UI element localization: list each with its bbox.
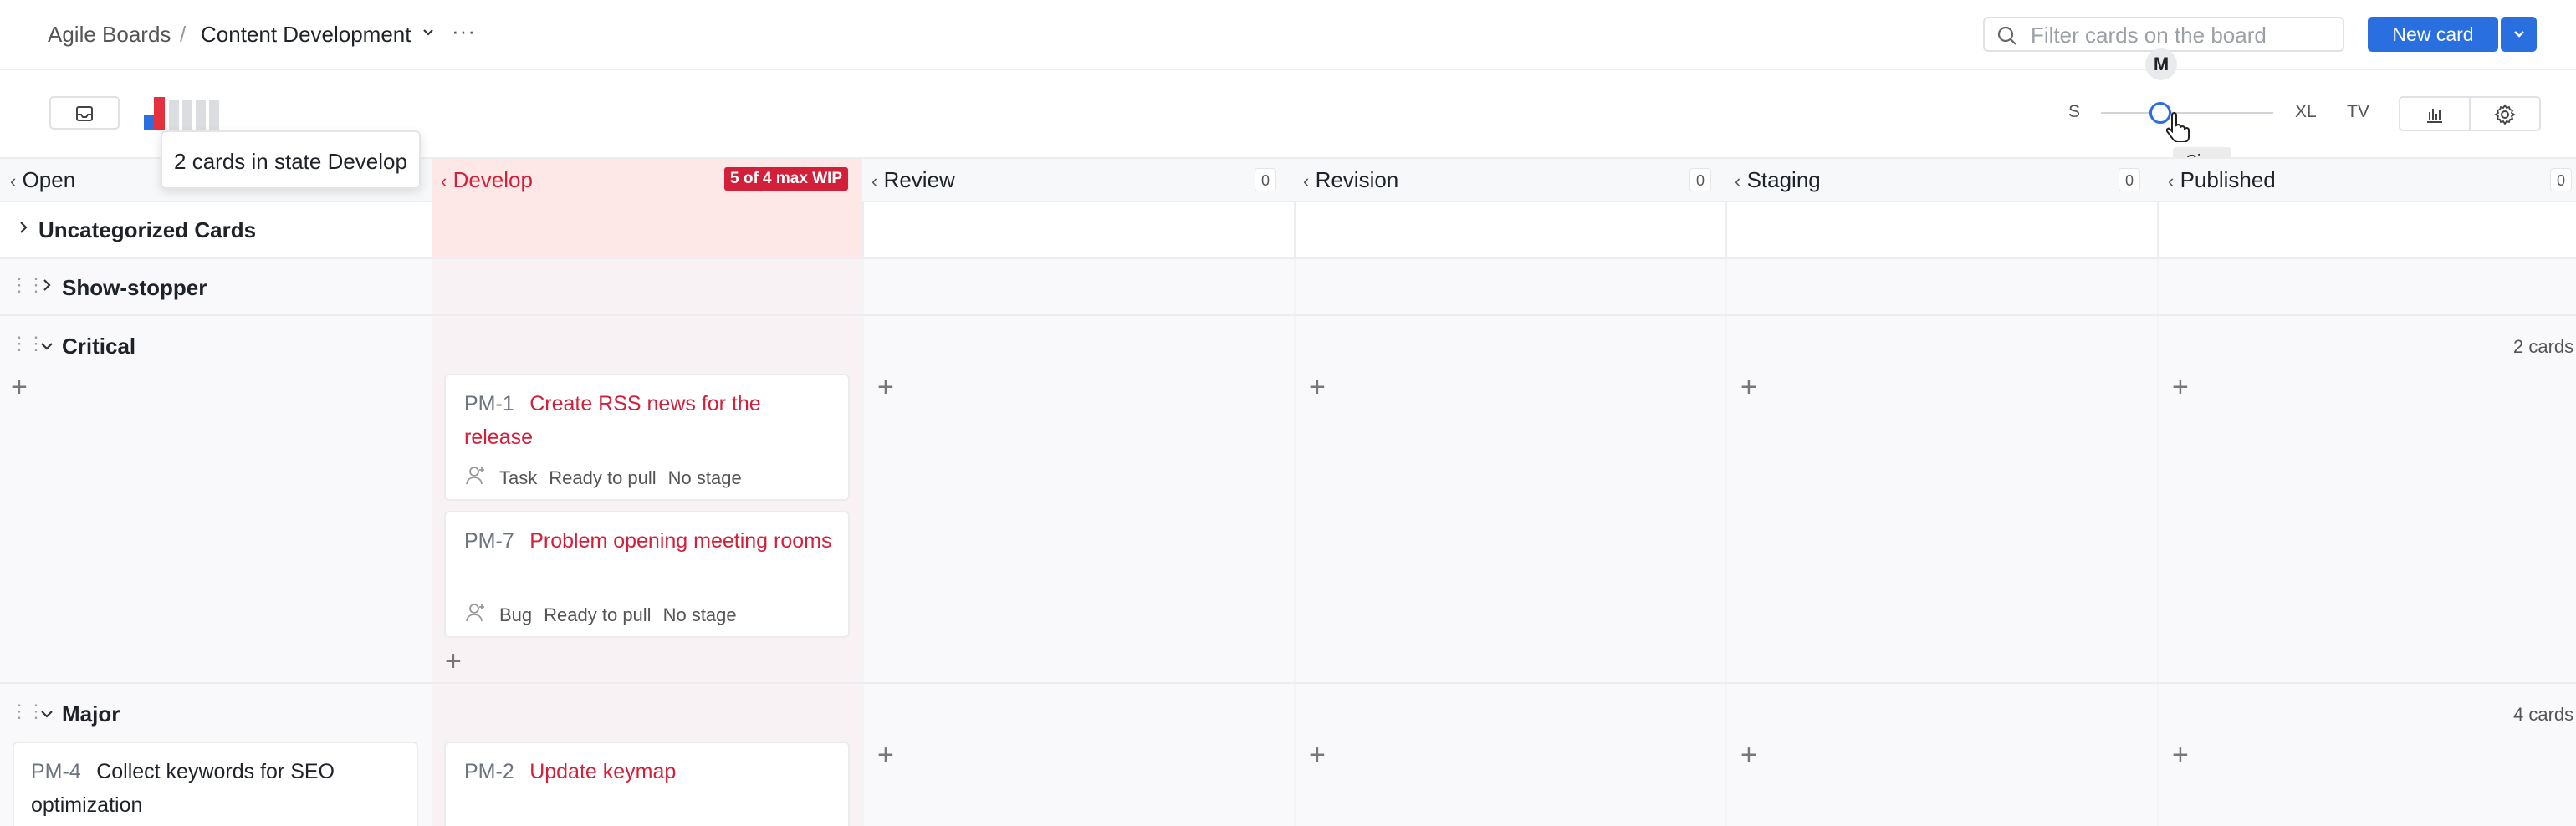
column-header-open[interactable]: ‹ Open — [10, 157, 75, 202]
add-card-icon[interactable]: + — [1309, 373, 1326, 401]
column-count-badge: 0 — [1255, 168, 1277, 191]
breadcrumb-separator: / — [180, 22, 187, 47]
column-name: Staging — [1746, 167, 1821, 192]
search-icon — [1996, 25, 2018, 51]
swimlane-title[interactable]: Uncategorized Cards — [38, 217, 256, 243]
add-card-icon[interactable]: + — [1309, 741, 1326, 769]
add-card-icon[interactable]: + — [445, 647, 462, 676]
search-placeholder: Filter cards on the board — [2031, 23, 2267, 48]
column-header-review[interactable]: ‹ Review — [871, 157, 955, 202]
column-name: Revision — [1315, 167, 1399, 192]
chevron-down-icon[interactable] — [38, 338, 55, 359]
size-s-label[interactable]: S — [2068, 102, 2080, 122]
chevron-left-icon[interactable]: ‹ — [2168, 171, 2174, 191]
swimlane-title[interactable]: Major — [62, 701, 120, 727]
column-mini-map[interactable] — [144, 97, 234, 130]
card-id[interactable]: PM-1 — [464, 392, 514, 416]
card-pm-2[interactable]: PM-2 Update keymap — [444, 742, 850, 826]
card-pm-7[interactable]: PM-7 Problem opening meeting rooms Bug R… — [444, 511, 850, 638]
chevron-down-icon[interactable] — [38, 706, 55, 727]
swimlane-title[interactable]: Critical — [62, 334, 135, 359]
column-name: Open — [22, 167, 76, 192]
chevron-left-icon[interactable]: ‹ — [1303, 171, 1309, 191]
develop-tooltip: 2 cards in state Develop — [161, 130, 421, 189]
more-options-button[interactable]: ··· — [452, 18, 476, 44]
size-xl-label[interactable]: XL — [2295, 102, 2317, 122]
add-card-icon[interactable]: + — [877, 741, 894, 769]
board-name[interactable]: Content Development — [201, 20, 411, 48]
card-state[interactable]: Ready to pull — [549, 467, 656, 489]
card-id[interactable]: PM-7 — [464, 529, 514, 553]
column-count-badge: 0 — [2550, 168, 2573, 191]
gear-icon — [2494, 104, 2516, 125]
chevron-down-icon[interactable] — [420, 24, 437, 45]
swimlane-card-count: 4 cards — [2513, 704, 2574, 725]
chevron-right-icon[interactable] — [15, 219, 32, 240]
inbox-button[interactable] — [49, 96, 120, 130]
card-id[interactable]: PM-2 — [464, 760, 514, 783]
bar-chart-icon — [2427, 109, 2442, 123]
swimlane-showstopper — [0, 259, 2576, 316]
column-count-badge: 0 — [1689, 168, 1712, 191]
add-card-icon[interactable]: + — [2172, 741, 2189, 769]
swimlane-uncategorized — [0, 202, 2576, 259]
swimlane-card-count: 2 cards — [2513, 336, 2574, 357]
swimlane-critical — [0, 316, 2576, 684]
card-pm-1[interactable]: PM-1 Create RSS news for the release Tas… — [444, 374, 850, 501]
breadcrumb-agile-boards[interactable]: Agile Boards — [48, 20, 171, 48]
chevron-left-icon[interactable]: ‹ — [871, 171, 877, 191]
chart-button[interactable] — [2399, 96, 2471, 131]
add-card-icon[interactable]: + — [1740, 373, 1757, 401]
search-input[interactable]: Filter cards on the board — [1983, 17, 2344, 52]
hand-cursor-icon — [2165, 110, 2191, 146]
add-card-icon[interactable]: + — [2172, 373, 2189, 401]
chevron-left-icon[interactable]: ‹ — [1735, 171, 1740, 191]
new-card-dropdown-button[interactable] — [2501, 17, 2537, 52]
card-state[interactable]: Ready to pull — [544, 604, 651, 626]
size-value-bubble: M — [2145, 48, 2177, 80]
add-card-icon[interactable]: + — [877, 373, 894, 401]
add-card-icon[interactable]: + — [1740, 741, 1757, 769]
column-count-badge: 0 — [2119, 168, 2141, 191]
chevron-left-icon[interactable]: ‹ — [10, 171, 16, 191]
add-card-icon[interactable]: + — [11, 373, 28, 401]
card-pm-4[interactable]: PM-4 Collect keywords for SEO optimizati… — [13, 742, 418, 826]
column-name: Published — [2180, 167, 2276, 192]
card-type[interactable]: Bug — [499, 604, 532, 626]
card-stage[interactable]: No stage — [663, 604, 737, 626]
settings-button[interactable] — [2469, 96, 2541, 131]
wip-limit-badge: 5 of 4 max WIP — [724, 167, 849, 191]
new-card-button[interactable]: New card — [2368, 17, 2498, 52]
column-header-published[interactable]: ‹ Published — [2168, 157, 2276, 202]
size-tv-label[interactable]: TV — [2347, 102, 2369, 122]
column-name: Review — [883, 167, 955, 192]
column-name: Develop — [452, 167, 533, 192]
inbox-icon — [76, 106, 93, 121]
column-header-develop[interactable]: ‹ Develop — [441, 157, 533, 202]
card-title[interactable]: Update keymap — [529, 760, 676, 783]
card-type[interactable]: Task — [499, 467, 537, 489]
assignee-icon[interactable] — [464, 601, 488, 630]
chevron-down-icon — [2513, 31, 2524, 38]
column-header-staging[interactable]: ‹ Staging — [1735, 157, 1821, 202]
assignee-icon[interactable] — [464, 464, 488, 492]
card-title[interactable]: Problem opening meeting rooms — [529, 529, 831, 553]
card-id[interactable]: PM-4 — [31, 760, 81, 783]
chevron-left-icon[interactable]: ‹ — [441, 171, 447, 191]
swimlane-title[interactable]: Show-stopper — [62, 275, 207, 301]
chevron-right-icon[interactable] — [38, 277, 55, 298]
card-stage[interactable]: No stage — [668, 467, 742, 489]
column-header-revision[interactable]: ‹ Revision — [1303, 157, 1398, 202]
